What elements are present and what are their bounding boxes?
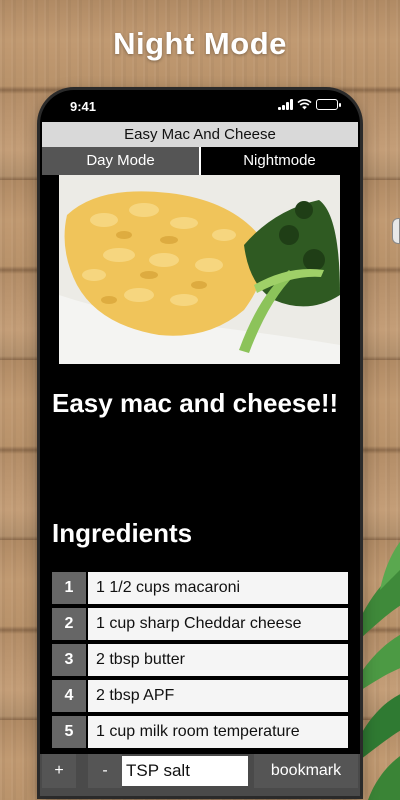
ingredient-number: 2 bbox=[52, 608, 86, 640]
tab-nightmode[interactable]: Nightmode bbox=[199, 147, 358, 175]
ingredient-number: 5 bbox=[52, 716, 86, 748]
promo-headline: Night Mode bbox=[113, 26, 287, 61]
wifi-icon bbox=[297, 99, 312, 110]
status-time: 9:41 bbox=[70, 99, 97, 114]
increase-button[interactable]: + bbox=[42, 754, 76, 788]
ingredient-text: 1 cup milk room temperature bbox=[88, 716, 348, 748]
ingredient-text: 2 tbsp APF bbox=[88, 680, 348, 712]
recipe-title: Easy mac and cheese!! bbox=[52, 388, 339, 418]
decrease-button[interactable]: - bbox=[88, 754, 122, 788]
ingredient-row[interactable]: 2 1 cup sharp Cheddar cheese bbox=[52, 608, 348, 640]
ingredient-number: 4 bbox=[52, 680, 86, 712]
ingredient-row[interactable]: 4 2 tbsp APF bbox=[52, 680, 348, 712]
ingredient-text: 1 1/2 cups macaroni bbox=[88, 572, 348, 604]
ingredient-list: 1 1 1/2 cups macaroni 2 1 cup sharp Ched… bbox=[52, 572, 348, 752]
ingredient-row[interactable]: 5 1 cup milk room temperature bbox=[52, 716, 348, 748]
battery-icon bbox=[316, 99, 341, 110]
signal-icon bbox=[278, 99, 293, 110]
side-button bbox=[392, 218, 400, 244]
ingredient-number: 3 bbox=[52, 644, 86, 676]
phone-notch bbox=[112, 90, 288, 116]
app-title: Easy Mac And Cheese bbox=[42, 122, 358, 147]
phone-frame: 9:41 Easy Mac And Cheese Day Mode Nightm… bbox=[40, 90, 360, 796]
ingredient-text: 1 cup sharp Cheddar cheese bbox=[88, 608, 348, 640]
ingredient-number: 1 bbox=[52, 572, 86, 604]
mode-tabs: Day Mode Nightmode bbox=[42, 147, 358, 175]
ingredient-row[interactable]: 3 2 tbsp butter bbox=[52, 644, 348, 676]
bottom-bar: + - bookmark bbox=[40, 754, 360, 796]
ingredient-row[interactable]: 1 1 1/2 cups macaroni bbox=[52, 572, 348, 604]
tab-day-mode[interactable]: Day Mode bbox=[42, 147, 199, 175]
bookmark-button[interactable]: bookmark bbox=[254, 754, 358, 788]
status-icons bbox=[278, 99, 341, 110]
recipe-photo bbox=[59, 175, 340, 364]
ingredients-heading: Ingredients bbox=[52, 518, 193, 548]
ingredient-text: 2 tbsp butter bbox=[88, 644, 348, 676]
unit-input[interactable] bbox=[122, 756, 248, 786]
status-bar: 9:41 bbox=[40, 90, 360, 122]
